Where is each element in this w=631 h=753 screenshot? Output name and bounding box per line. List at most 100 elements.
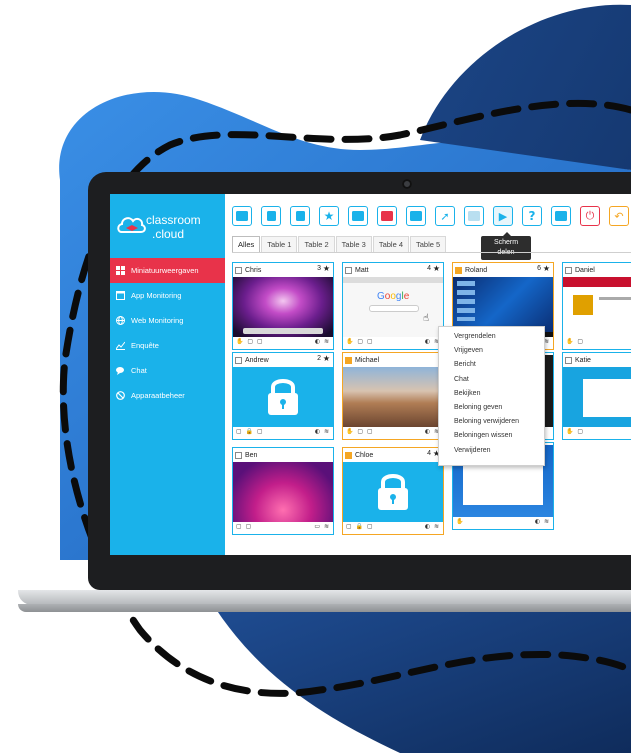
menu-item-remove-reward[interactable]: Beloning verwijderen <box>439 415 544 429</box>
cursor-icon: ☝ <box>423 313 430 324</box>
wifi-icon: ◐ ≋ <box>314 428 330 435</box>
tab-table-1[interactable]: Table 1 <box>261 236 298 253</box>
menu-item-remove[interactable]: Verwijderen <box>439 444 544 458</box>
student-name: Chris <box>245 267 262 274</box>
tab-table-4[interactable]: Table 4 <box>372 236 410 253</box>
student-checkbox[interactable] <box>235 357 242 364</box>
student-checkbox[interactable] <box>565 267 572 274</box>
student-checkbox[interactable] <box>345 267 352 274</box>
sidebar-item-thumbnails[interactable]: Miniatuurweergaven <box>110 258 225 283</box>
chart-icon <box>116 341 125 350</box>
reward-count: 2 <box>317 355 321 362</box>
tab-table-5[interactable]: Table 5 <box>410 236 447 253</box>
undo-button[interactable]: ↶ <box>609 206 629 226</box>
more-button[interactable] <box>377 206 397 226</box>
menu-item-release[interactable]: Vrijgeven <box>439 344 544 358</box>
tab-table-3[interactable]: Table 3 <box>335 236 372 253</box>
student-checkbox[interactable] <box>345 452 352 459</box>
unlock-button[interactable] <box>290 206 310 226</box>
sidebar-item-chat[interactable]: Chat <box>110 358 225 383</box>
contact-card-button[interactable] <box>232 206 252 226</box>
student-checkbox[interactable] <box>235 452 242 459</box>
sidebar-item-label: Web Monitoring <box>131 316 184 325</box>
share-screen-icon: ▶ <box>498 209 508 223</box>
eye-icon <box>468 211 480 221</box>
student-card-chris[interactable]: Chris 3 ★ ✋ ▢ ▢ ◐ ≋ <box>232 262 334 350</box>
logo: classroom .cloud <box>116 210 220 244</box>
sidebar-item-web-monitoring[interactable]: Web Monitoring <box>110 308 225 333</box>
power-icon: ⏻ <box>585 209 595 222</box>
reward-count: 3 <box>317 265 321 272</box>
screen-thumbnail: Google ☝ <box>343 277 443 337</box>
student-name: Andrew <box>245 357 269 364</box>
screen-thumbnail <box>563 277 631 337</box>
tooltip-line2: delen <box>481 248 531 258</box>
help-icon: ? <box>528 209 536 223</box>
view-button[interactable] <box>464 206 484 226</box>
menu-item-chat[interactable]: Chat <box>439 373 544 387</box>
student-checkbox[interactable] <box>345 357 352 364</box>
tab-alles[interactable]: Alles <box>232 236 261 253</box>
sidebar-item-label: Enquête <box>131 341 159 350</box>
sidebar-item-label: Miniatuurweergaven <box>131 266 199 275</box>
status-icons: ✋ ▢ ▢ <box>236 338 264 345</box>
menu-item-clear-rewards[interactable]: Beloningen wissen <box>439 429 544 443</box>
screen-thumbnail <box>343 367 443 427</box>
student-card-andrew[interactable]: Andrew 2 ★ ▢ 🔒 ▢ ◐ ≋ <box>232 352 334 440</box>
menu-item-message[interactable]: Bericht <box>439 358 544 372</box>
message-button[interactable] <box>348 206 368 226</box>
student-name: Matt <box>355 267 369 274</box>
undo-icon: ↶ <box>614 209 624 223</box>
globe-icon <box>116 316 125 325</box>
student-card-daniel[interactable]: Daniel ✋ ▢ <box>562 262 631 350</box>
lock-icon <box>378 474 408 510</box>
student-name: Ben <box>245 452 258 459</box>
sidebar-item-app-monitoring[interactable]: App Monitoring <box>110 283 225 308</box>
screen-thumbnail <box>233 367 333 427</box>
student-checkbox[interactable] <box>455 267 462 274</box>
sidebar-item-device-management[interactable]: Apparaatbeheer <box>110 383 225 408</box>
star-icon: ★ <box>323 209 335 223</box>
student-card-matt[interactable]: Matt 4 ★ Google ☝ ✋ ▢ ▢ ◐ ≋ <box>342 262 444 350</box>
sidebar-item-survey[interactable]: Enquête <box>110 333 225 358</box>
star-icon: ★ <box>322 354 330 363</box>
help-button[interactable]: ? <box>522 206 542 226</box>
status-icons: ▢ 🔒 ▢ <box>346 523 374 530</box>
screen-thumbnail <box>563 367 631 427</box>
menu-item-view[interactable]: Bekijken <box>439 387 544 401</box>
status-icons: ✋ ▢ <box>566 428 585 435</box>
monitor-button[interactable] <box>406 206 426 226</box>
star-icon: ★ <box>322 264 330 273</box>
laptop-base <box>18 590 631 605</box>
wifi-icon: ◐ ≋ <box>534 518 550 525</box>
lock-button[interactable] <box>261 206 281 226</box>
tab-table-2[interactable]: Table 2 <box>298 236 335 253</box>
menu-item-lock[interactable]: Vergrendelen <box>439 330 544 344</box>
screen-thumbnail <box>233 277 333 337</box>
app-screen: classroom .cloud Miniatuurweergaven App … <box>110 194 631 555</box>
grid-icon <box>116 266 125 275</box>
share-screen-button[interactable]: ▶ <box>493 206 513 226</box>
logo-text-line1: classroom <box>146 213 201 227</box>
menu-item-give-reward[interactable]: Beloning geven <box>439 401 544 415</box>
student-checkbox[interactable] <box>235 267 242 274</box>
student-card-michael[interactable]: Michael ✋ ▢ ▢ ◐ ≋ <box>342 352 444 440</box>
wifi-icon: ◐ ≋ <box>424 523 440 530</box>
teacher-screen-icon <box>555 211 567 221</box>
student-checkbox[interactable] <box>565 357 572 364</box>
screen-thumbnail <box>233 462 333 522</box>
power-button[interactable]: ⏻ <box>580 206 600 226</box>
cloud-logo-icon <box>117 217 146 233</box>
table-tabs: Alles Table 1 Table 2 Table 3 Table 4 Ta… <box>232 236 447 253</box>
sidebar-item-label: Apparaatbeheer <box>131 391 185 400</box>
star-icon: ★ <box>542 264 550 273</box>
student-card-katie[interactable]: Katie ✋ ▢ <box>562 352 631 440</box>
student-card-ben[interactable]: Ben ▢ ▢ ▭ ≋ <box>232 447 334 535</box>
student-card-chloe[interactable]: Chloe 4 ★ ▢ 🔒 ▢ ◐ ≋ <box>342 447 444 535</box>
lock-icon <box>268 379 298 415</box>
reward-button[interactable]: ★ <box>319 206 339 226</box>
teacher-screen-button[interactable] <box>551 206 571 226</box>
app-window-icon <box>116 291 125 300</box>
lock-icon <box>266 211 276 221</box>
launch-button[interactable]: ➚ <box>435 206 455 226</box>
